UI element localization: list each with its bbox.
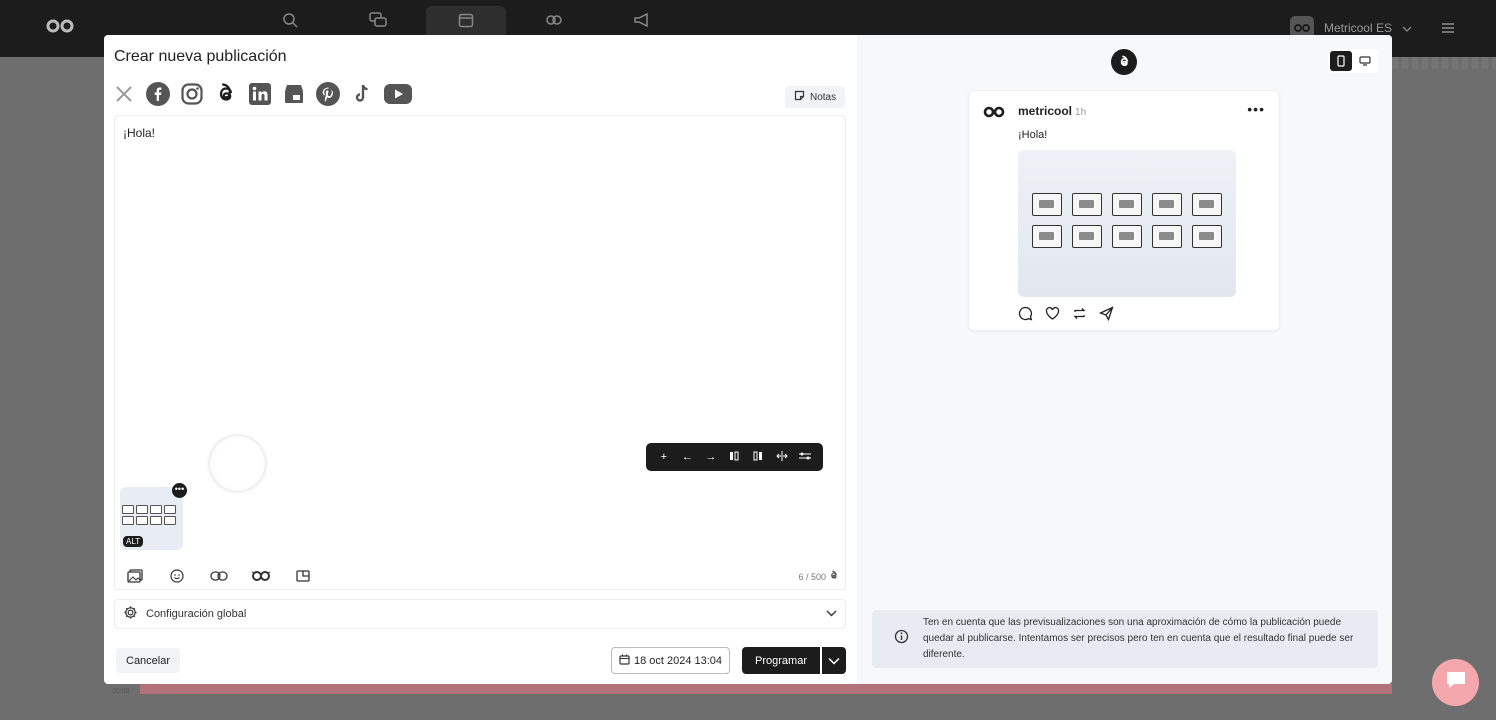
notes-label: Notas [810, 91, 837, 103]
preview-text: ¡Hola! [1018, 129, 1048, 141]
chevron-down-icon [1402, 21, 1412, 35]
arrow-right-icon[interactable]: → [703, 451, 719, 463]
add-icon[interactable]: + [656, 451, 672, 463]
hamburger-menu-icon[interactable] [1442, 20, 1454, 38]
global-config-label: Configuración global [146, 608, 247, 620]
loading-indicator [210, 436, 265, 491]
cancel-button[interactable]: Cancelar [116, 648, 181, 673]
schedule-date-label: 18 oct 2024 13:04 [633, 654, 723, 667]
editor-text[interactable]: ¡Hola! [123, 126, 155, 140]
character-counter: 6 / 500 [798, 570, 839, 583]
google-business-icon[interactable] [282, 81, 306, 107]
alt-text-button[interactable]: ALT [123, 536, 144, 547]
calendar-event-bar [140, 684, 1392, 694]
folder-icon[interactable] [293, 566, 313, 586]
preview-time: 1h [1075, 107, 1087, 118]
pinterest-icon[interactable] [316, 81, 340, 107]
chevron-down-icon [826, 608, 837, 620]
preview-account: metricool 1h [1018, 104, 1086, 118]
gear-icon [123, 605, 138, 623]
heart-icon [1045, 306, 1060, 326]
preview-notice-text: Ten en cuenta que las previsualizaciones… [923, 617, 1354, 660]
x-icon[interactable] [112, 81, 136, 107]
mobile-view-icon[interactable] [1330, 51, 1352, 71]
editor-panel: Crear nueva publicación Notas ¡Hola! •••… [104, 35, 857, 684]
tiktok-icon[interactable] [350, 81, 374, 107]
preview-more-icon: ••• [1247, 101, 1265, 117]
calendar-icon [619, 654, 630, 668]
schedule-options-chevron-icon[interactable] [822, 647, 846, 674]
preview-avatar [983, 105, 1005, 123]
media-thumbnail[interactable]: ••• ALT [120, 483, 187, 550]
arrow-left-icon[interactable]: ← [679, 451, 695, 463]
desktop-view-icon[interactable] [1354, 51, 1376, 71]
align-right-icon[interactable] [750, 451, 766, 464]
note-icon [794, 90, 805, 104]
repost-icon [1072, 306, 1087, 326]
account-name: Metricool ES [1323, 21, 1392, 35]
add-media-icon[interactable] [125, 566, 145, 586]
link-icon[interactable] [209, 566, 229, 586]
emoji-icon[interactable] [167, 566, 187, 586]
media-toolbar: + ← → [646, 443, 823, 471]
facebook-icon[interactable] [146, 81, 170, 107]
ai-assistant-icon[interactable] [251, 566, 271, 586]
linkedin-icon[interactable] [248, 81, 272, 107]
youtube-icon[interactable] [384, 81, 412, 107]
settings-sliders-icon[interactable] [797, 451, 813, 464]
align-left-icon[interactable] [726, 451, 742, 464]
chat-icon [1445, 670, 1467, 695]
calendar-background [1392, 57, 1496, 69]
modal-title: Crear nueva publicación [114, 48, 287, 65]
preview-image [1018, 150, 1236, 297]
device-toggle [1328, 49, 1378, 73]
threads-preview-icon [1111, 49, 1137, 75]
metricool-logo-icon[interactable] [46, 18, 74, 39]
create-post-modal: Crear nueva publicación Notas ¡Hola! •••… [104, 35, 1392, 684]
global-config-accordion[interactable]: Configuración global [114, 599, 846, 629]
calendar-time-label: 20:00 [112, 688, 130, 695]
threads-post-preview: metricool 1h ••• ¡Hola! [968, 90, 1280, 331]
preview-notice: Ten en cuenta que las previsualizaciones… [872, 610, 1378, 668]
post-editor[interactable]: ¡Hola! ••• ALT + ← → 6 / 500 [114, 115, 846, 590]
preview-actions [1018, 306, 1114, 326]
editor-toolbar [125, 566, 313, 586]
comment-icon [1018, 306, 1033, 326]
chat-support-button[interactable] [1432, 659, 1479, 706]
expand-icon[interactable] [774, 450, 790, 464]
threads-icon[interactable] [214, 81, 238, 107]
schedule-button[interactable]: Programar [742, 647, 820, 674]
thumbnail-image [122, 505, 176, 525]
notes-button[interactable]: Notas [785, 86, 846, 108]
network-selector [112, 81, 412, 107]
media-options-button[interactable]: ••• [172, 483, 187, 498]
preview-account-name: metricool [1018, 104, 1073, 118]
instagram-icon[interactable] [180, 81, 204, 107]
schedule-date-button[interactable]: 18 oct 2024 13:04 [611, 647, 730, 674]
send-icon [1098, 306, 1114, 326]
info-icon [894, 629, 909, 649]
preview-panel: metricool 1h ••• ¡Hola! Ten en cuenta que… [857, 35, 1392, 684]
threads-small-icon [829, 570, 839, 583]
counter-text: 6 / 500 [798, 571, 826, 582]
